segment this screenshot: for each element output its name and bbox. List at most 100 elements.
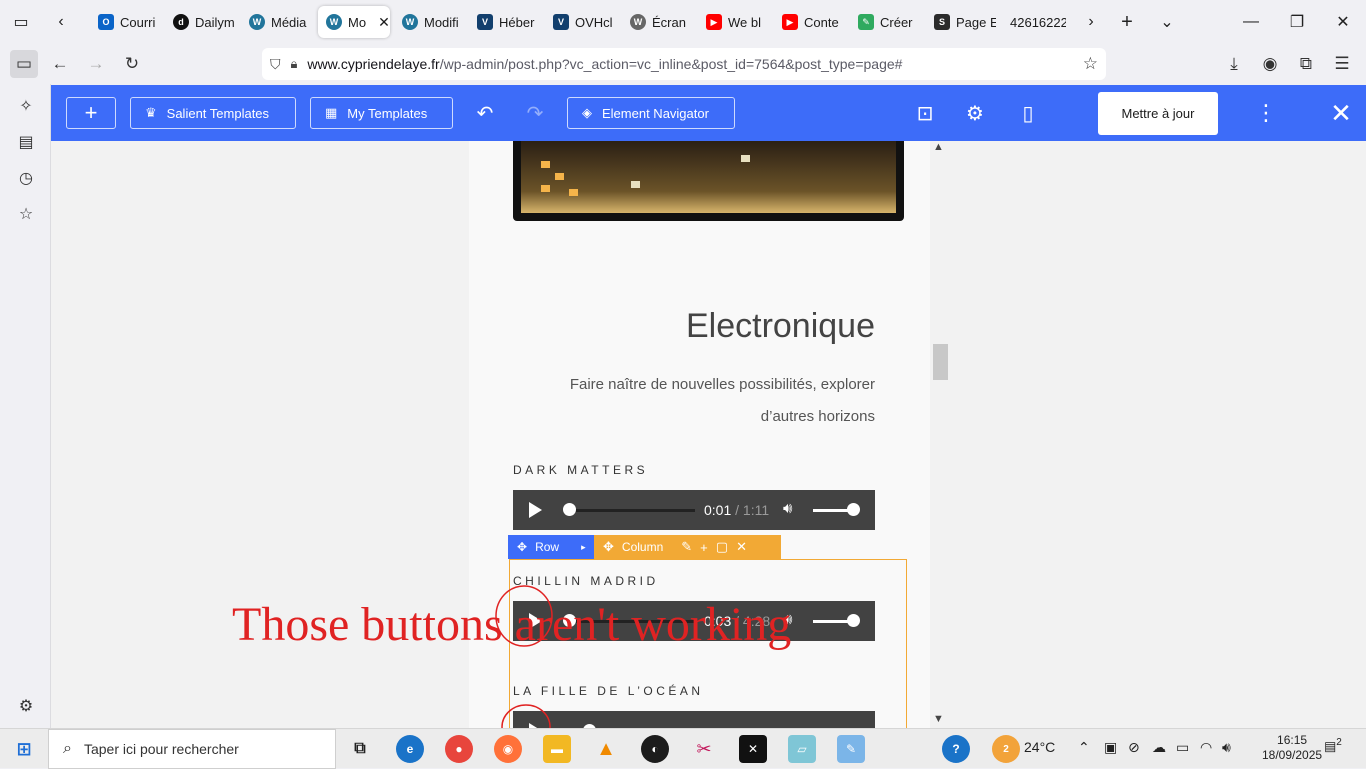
capcut-icon[interactable]: ✕ [739,735,767,763]
menu-icon[interactable]: ☰ [1328,50,1356,78]
add-element-button[interactable]: + [66,97,116,129]
row-expand-icon[interactable]: ▸ [581,542,586,553]
forward-icon[interactable]: → [82,50,110,78]
battery-icon[interactable]: ▭ [1176,739,1189,756]
new-tab-icon[interactable]: + [1112,8,1142,36]
column-label: Column [621,540,664,554]
seek-handle[interactable] [563,503,576,516]
tab-8[interactable]: ▶ We bl [706,6,766,38]
column-control[interactable]: ✥ Column ✎ + ▢ ✕ [594,535,781,559]
bookmark-star-icon[interactable]: ☆ [1083,54,1098,74]
play-icon[interactable] [529,502,542,518]
paint-icon[interactable]: ✎ [837,735,865,763]
close-tab-icon[interactable]: ✕ [378,14,390,31]
update-button[interactable]: Mettre à jour [1098,92,1218,135]
seek-bar[interactable] [568,509,695,512]
undo-icon[interactable]: ↶ [471,99,499,127]
tabs-scroll-left-icon[interactable]: ‹ [46,8,76,36]
edit-pencil-icon[interactable]: ✎ [681,539,692,555]
clock[interactable]: 16:15 18/09/2025 [1262,733,1322,763]
bookmarks-icon[interactable]: ☆ [12,200,40,228]
mobile-preview-icon[interactable]: ▯ [1014,99,1042,127]
task-view-icon[interactable]: ⧉ [346,735,374,763]
weather-icon[interactable]: 2 [992,735,1020,763]
url-bar[interactable]: ⛉ 🔒︎ www.cypriendelaye.fr/wp-admin/post.… [262,48,1106,80]
my-templates-button[interactable]: ▦ My Templates [310,97,453,129]
volume-handle[interactable] [847,503,860,516]
tab-10[interactable]: ✎ Créer [858,6,920,38]
history-icon[interactable]: ◷ [12,164,40,192]
back-icon[interactable]: ← [46,50,74,78]
seo-chart-icon[interactable]: ⊡ [911,99,939,127]
tab-6[interactable]: V OVHcl [553,6,613,38]
minimize-icon[interactable]: — [1236,8,1266,36]
sidebar-settings-icon[interactable]: ⚙ [12,692,40,720]
volume-handle[interactable] [847,614,860,627]
page-scrollbar[interactable]: ▲ ▼ [930,141,948,728]
settings-gear-icon[interactable]: ⚙ [961,99,989,127]
tab-5[interactable]: V Héber [477,6,535,38]
show-hidden-icons-icon[interactable]: ⌃ [1078,739,1090,756]
wifi-icon[interactable]: ◠ [1200,739,1212,756]
help-icon[interactable]: ? [942,735,970,763]
tab-9[interactable]: ▶ Conte [782,6,842,38]
move-icon[interactable]: ✥ [517,540,527,554]
tab-4[interactable]: W Modifi [402,6,462,38]
extensions-icon[interactable]: ⧉ [1292,50,1320,78]
tab-3-active[interactable]: W Mo ✕ [318,6,390,38]
edge-icon[interactable]: e [396,735,424,763]
close-editor-icon[interactable]: ✕ [1327,98,1355,128]
tab-1[interactable]: d Dailym [173,6,235,38]
scroll-down-icon[interactable]: ▼ [933,713,944,725]
download-icon[interactable]: ⤓ [1220,50,1248,78]
restore-icon[interactable]: ❐ [1282,8,1312,36]
meet-icon[interactable]: ▣ [1104,739,1117,756]
notepad-icon[interactable]: ▱ [788,735,816,763]
file-explorer-icon[interactable]: ▬ [543,735,571,763]
weather-temp[interactable]: 24°C [1024,739,1055,755]
tracking-shield-icon[interactable]: ⛉ [270,56,281,73]
list-tabs-icon[interactable]: ⌄ [1152,8,1182,36]
delete-x-icon[interactable]: ✕ [736,539,747,555]
element-navigator-button[interactable]: ◈ Element Navigator [567,97,735,129]
tab-2[interactable]: W Média [249,6,309,38]
no-network-icon[interactable]: ⊘ [1128,739,1140,756]
taskbar-search[interactable]: ⌕ Taper ici pour rechercher [48,729,336,769]
more-options-icon[interactable]: ⋮ [1252,99,1280,127]
scroll-up-icon[interactable]: ▲ [933,141,944,153]
ai-sparkle-icon[interactable]: ✧ [12,92,40,120]
vlc-icon[interactable]: ▲ [592,735,620,763]
redo-icon[interactable]: ↷ [521,99,549,127]
tab-0[interactable]: O Courri [98,6,160,38]
notifications-icon[interactable]: ▤2 [1324,737,1342,754]
volume-icon[interactable]: 🔊︎ [783,500,792,517]
reload-icon[interactable]: ↻ [118,50,146,78]
bmw-icon[interactable]: ◐ [641,735,669,763]
outlook-icon: O [98,14,114,30]
tab-11[interactable]: S Page E [934,6,996,38]
photo-window [741,155,750,162]
lock-icon[interactable]: 🔒︎ [291,56,298,72]
tabs-scroll-right-icon[interactable]: › [1076,8,1106,36]
dailymotion-icon: d [173,14,189,30]
snipping-tool-icon[interactable]: ✂ [690,735,718,763]
scrollbar-thumb[interactable] [933,344,949,380]
tab-7[interactable]: W Écran [630,6,692,38]
speaker-icon[interactable]: 🔊︎ [1222,739,1231,756]
chrome-icon[interactable]: ● [445,735,473,763]
row-control[interactable]: ✥ Row ▸ [508,535,594,559]
clipboard-icon[interactable]: ▢ [716,539,728,555]
time-display: 0:01 / 1:11 [704,502,769,518]
move-icon[interactable]: ✥ [603,539,614,555]
account-icon[interactable]: ◉ [1256,50,1284,78]
tab-overview-icon[interactable]: ▭ [6,8,36,36]
onedrive-icon[interactable]: ☁ [1152,739,1166,756]
add-icon[interactable]: + [700,540,708,555]
firefox-icon[interactable]: ◉ [494,735,522,763]
salient-templates-button[interactable]: ♛ Salient Templates [130,97,296,129]
windows-start-icon[interactable]: ⊞ [10,735,38,763]
tab-12[interactable]: 42616222 [1010,6,1066,38]
sidebar-toggle-icon[interactable]: ▭ [10,50,38,78]
close-window-icon[interactable]: ✕ [1328,8,1358,36]
synced-tabs-icon[interactable]: ▤ [12,128,40,156]
